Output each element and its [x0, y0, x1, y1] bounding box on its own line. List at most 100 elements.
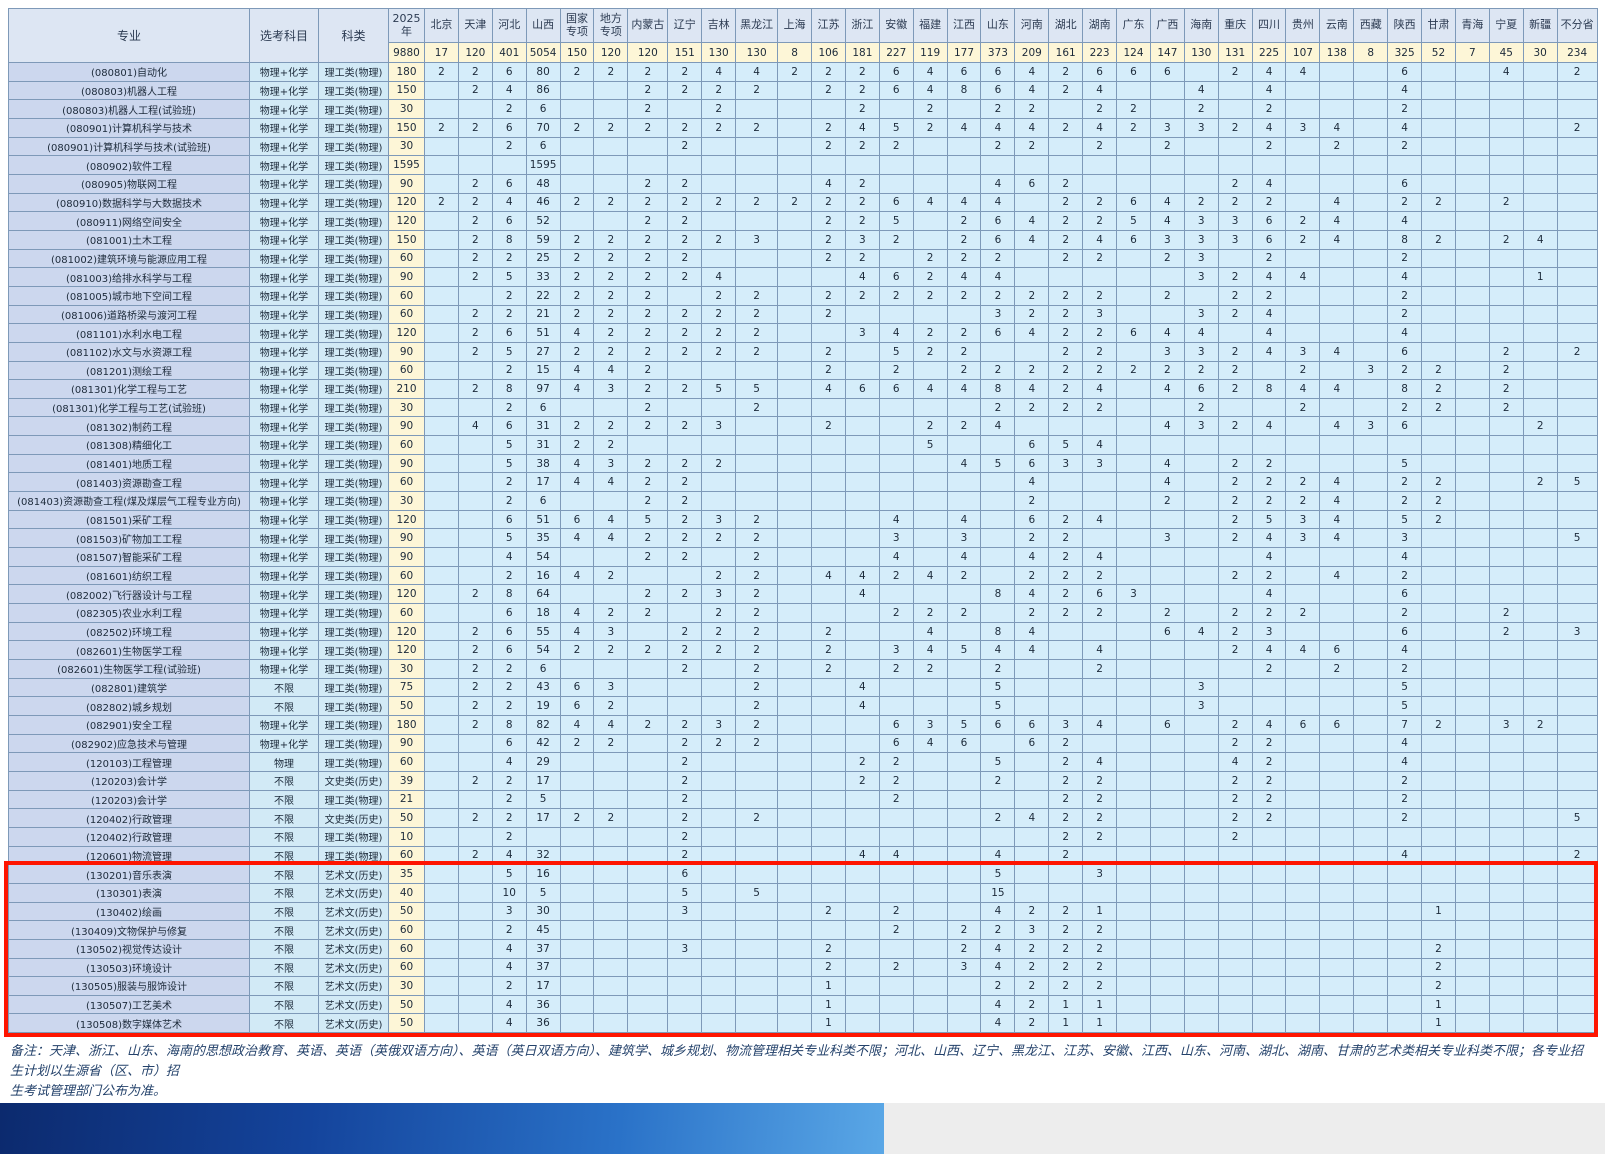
province-plan-cell — [702, 809, 736, 828]
plan-2025-cell: 120 — [389, 193, 425, 212]
province-plan-cell — [1354, 100, 1388, 119]
province-plan-cell — [1388, 436, 1422, 455]
province-plan-cell — [560, 492, 594, 511]
province-plan-cell: 2 — [668, 380, 702, 399]
province-plan-cell: 2 — [1218, 790, 1252, 809]
province-plan-cell: 6 — [560, 697, 594, 716]
province-plan-cell — [1388, 939, 1422, 958]
province-plan-cell — [1218, 81, 1252, 100]
province-plan-cell — [560, 753, 594, 772]
province-plan-cell — [1557, 678, 1597, 697]
province-plan-cell — [1015, 249, 1049, 268]
province-plan-cell: 4 — [879, 324, 913, 343]
province-plan-cell: 2 — [1388, 809, 1422, 828]
province-plan-cell — [1354, 641, 1388, 660]
province-plan-cell — [594, 660, 628, 679]
province-plan-cell — [1320, 156, 1354, 175]
province-plan-cell: 6 — [1083, 63, 1117, 82]
province-plan-cell — [1184, 846, 1218, 865]
major-name-cell: (081101)水利水电工程 — [9, 324, 250, 343]
province-plan-cell: 2 — [668, 268, 702, 287]
province-column-header: 湖南 — [1083, 9, 1117, 43]
province-plan-cell: 97 — [526, 380, 560, 399]
province-plan-cell — [1218, 678, 1252, 697]
category-cell: 艺术文(历史) — [319, 939, 389, 958]
province-plan-cell: 3 — [594, 380, 628, 399]
province-plan-cell — [913, 585, 947, 604]
province-plan-cell — [845, 604, 879, 623]
province-plan-cell — [1354, 548, 1388, 567]
province-plan-cell — [560, 865, 594, 884]
province-plan-cell — [1184, 156, 1218, 175]
province-plan-cell — [845, 417, 879, 436]
province-plan-cell: 2 — [981, 249, 1015, 268]
province-plan-cell — [1286, 305, 1320, 324]
province-plan-cell: 4 — [913, 380, 947, 399]
province-plan-cell — [736, 492, 778, 511]
province-plan-cell — [1422, 771, 1456, 790]
major-row: (081301)化学工程与工艺(试验班)物理+化学理工类(物理)30262222… — [9, 398, 1598, 417]
column-total: 130 — [736, 43, 778, 63]
province-plan-cell: 4 — [1150, 212, 1184, 231]
province-plan-cell — [778, 174, 812, 193]
province-plan-cell: 2 — [1049, 958, 1083, 977]
province-plan-cell — [913, 883, 947, 902]
province-plan-cell: 5 — [628, 510, 668, 529]
province-plan-cell — [812, 715, 846, 734]
province-plan-cell — [628, 660, 668, 679]
province-plan-cell: 3 — [1049, 715, 1083, 734]
province-plan-cell: 2 — [594, 417, 628, 436]
province-plan-cell — [879, 436, 913, 455]
province-plan-cell — [736, 137, 778, 156]
major-name-cell: (080801)自动化 — [9, 63, 250, 82]
province-plan-cell — [879, 827, 913, 846]
major-row: (081101)水利水电工程物理+化学理工类(物理)12026514222223… — [9, 324, 1598, 343]
province-plan-cell — [1523, 118, 1557, 137]
province-column-header: 广西 — [1150, 9, 1184, 43]
province-plan-cell — [879, 622, 913, 641]
province-plan-cell — [1184, 660, 1218, 679]
province-plan-cell — [594, 827, 628, 846]
province-plan-cell: 2 — [736, 734, 778, 753]
major-name-cell: (081201)测绘工程 — [9, 361, 250, 380]
province-column-header: 甘肃 — [1422, 9, 1456, 43]
admission-plan-table-container: 专业选考科目科类2025年北京天津河北山西国家 专项地方 专项内蒙古辽宁吉林黑龙… — [8, 8, 1598, 1033]
province-column-header: 西藏 — [1354, 9, 1388, 43]
province-plan-cell — [845, 939, 879, 958]
province-plan-cell — [425, 510, 459, 529]
province-plan-cell — [778, 417, 812, 436]
category-cell: 理工类(物理) — [319, 212, 389, 231]
province-plan-cell: 5 — [492, 342, 526, 361]
province-plan-cell: 2 — [1015, 902, 1049, 921]
subjects-cell: 物理+化学 — [250, 174, 319, 193]
plan-2025-cell: 60 — [389, 436, 425, 455]
province-plan-cell: 2 — [981, 977, 1015, 996]
province-plan-cell: 2 — [1049, 790, 1083, 809]
province-plan-cell: 2 — [1184, 100, 1218, 119]
province-plan-cell — [458, 902, 492, 921]
province-plan-cell — [1523, 249, 1557, 268]
province-plan-cell: 4 — [845, 118, 879, 137]
major-row: (120402)行政管理不限理工类(物理)1022222 — [9, 827, 1598, 846]
major-row: (081503)矿物加工工程物理+化学理工类(物理)90535442222332… — [9, 529, 1598, 548]
province-plan-cell: 2 — [560, 305, 594, 324]
subjects-cell: 物理+化学 — [250, 193, 319, 212]
province-plan-cell: 2 — [1388, 398, 1422, 417]
province-plan-cell — [668, 995, 702, 1014]
category-cell: 艺术文(历史) — [319, 902, 389, 921]
province-plan-cell: 3 — [1184, 212, 1218, 231]
province-plan-cell — [1354, 81, 1388, 100]
province-plan-cell — [1557, 753, 1597, 772]
province-plan-cell: 4 — [1252, 529, 1286, 548]
province-plan-cell — [1320, 622, 1354, 641]
province-plan-cell: 2 — [736, 604, 778, 623]
province-plan-cell — [879, 678, 913, 697]
major-name-cell: (120601)物流管理 — [9, 846, 250, 865]
province-plan-cell — [1489, 660, 1523, 679]
plan-2025-cell: 30 — [389, 100, 425, 119]
province-plan-cell: 2 — [947, 417, 981, 436]
province-plan-cell — [1422, 585, 1456, 604]
category-cell: 理工类(物理) — [319, 63, 389, 82]
province-plan-cell — [778, 81, 812, 100]
province-plan-cell — [981, 492, 1015, 511]
